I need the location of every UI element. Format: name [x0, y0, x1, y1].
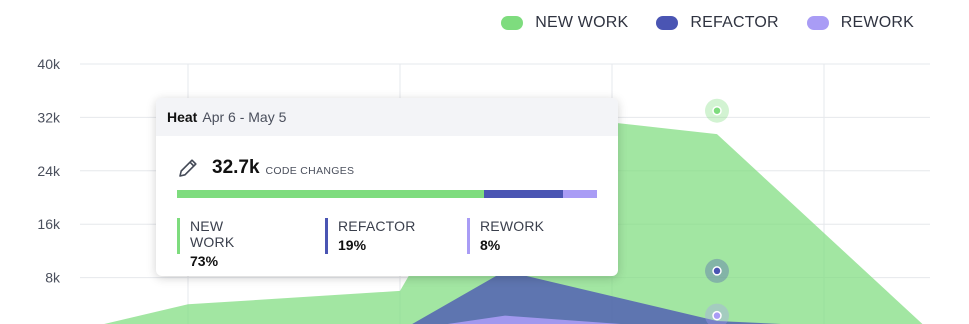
tooltip-date-range: Apr 6 - May 5	[202, 109, 287, 125]
breakdown-bar-refactor	[483, 190, 564, 198]
stat-label-rework: REWORK	[480, 218, 545, 234]
tooltip-value: 32.7k	[212, 157, 260, 178]
marker-refactor	[712, 266, 722, 276]
heat-tooltip: Heat Apr 6 - May 5 32.7k CODE CHANGES NE…	[156, 98, 618, 276]
y-tick-label: 40k	[37, 56, 61, 72]
stat-pct-rework: 8%	[480, 237, 501, 253]
y-tick-label: 24k	[37, 163, 61, 179]
tooltip-title: Heat	[167, 109, 198, 125]
marker-new-work	[712, 105, 722, 116]
y-tick-label: 32k	[37, 109, 61, 125]
stat-refactor: REFACTOR 19%	[325, 218, 416, 254]
tooltip-metric: 32.7k CODE CHANGES	[176, 156, 354, 180]
stat-rework: REWORK 8%	[467, 218, 544, 254]
stat-label-new-work: NEW WORK	[190, 218, 235, 250]
tooltip-unit: CODE CHANGES	[265, 164, 355, 177]
marker-rework	[712, 310, 722, 321]
tooltip-header: Heat Apr 6 - May 5	[156, 98, 618, 136]
breakdown-bar	[177, 190, 597, 198]
breakdown-bar-new-work	[177, 190, 484, 198]
stat-pct-new-work: 73%	[190, 253, 219, 269]
y-tick-label: 8k	[45, 270, 61, 286]
stat-new-work: NEW WORK 73%	[177, 218, 235, 269]
stat-label-refactor: REFACTOR	[338, 218, 416, 234]
breakdown-bar-rework	[563, 190, 597, 198]
pencil-icon	[179, 159, 197, 177]
stat-pct-refactor: 19%	[338, 237, 367, 253]
y-tick-label: 16k	[37, 216, 61, 232]
